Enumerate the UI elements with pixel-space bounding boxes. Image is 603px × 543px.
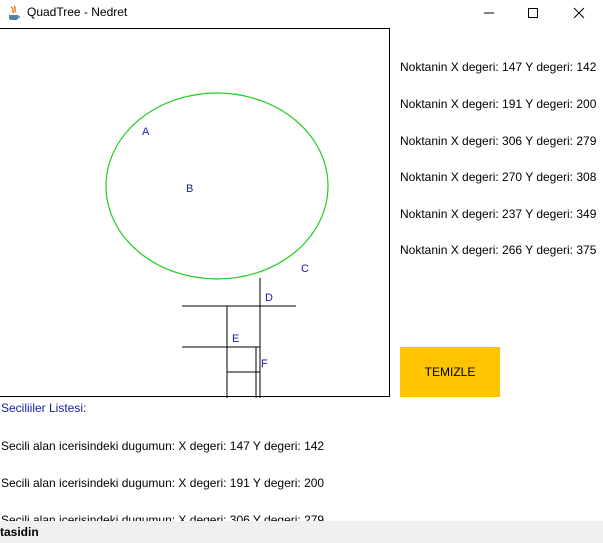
point-label-b: B (186, 183, 193, 195)
title-bar: QuadTree - Nedret (0, 0, 603, 26)
selection-list: Secili alan icerisindeki dugumun: X dege… (1, 416, 324, 538)
list-item: Noktanin X degeri: 237 Y degeri: 349 (400, 206, 597, 221)
quadtree-drawing: A B C D E F (105, 92, 329, 398)
points-list: Noktanin X degeri: 147 Y degeri: 142 Nok… (400, 37, 596, 269)
list-item: Noktanin X degeri: 191 Y degeri: 200 (400, 97, 597, 112)
maximize-icon (528, 8, 538, 18)
point-label-d: D (265, 292, 273, 304)
taskbar-text: tasidin (0, 525, 39, 539)
taskbar-strip (0, 521, 603, 543)
java-icon (9, 5, 20, 20)
close-button[interactable] (556, 0, 602, 26)
list-item: Secili alan icerisindeki dugumun: X dege… (1, 439, 325, 454)
point-label-e: E (232, 333, 239, 345)
list-item: Secili alan icerisindeki dugumun: X dege… (1, 476, 325, 491)
point-label-f: F (261, 358, 268, 370)
list-item: Noktanin X degeri: 147 Y degeri: 142 (400, 60, 597, 75)
list-item: Noktanin X degeri: 266 Y degeri: 375 (400, 243, 597, 258)
clear-button[interactable]: TEMIZLE (400, 347, 500, 397)
window-title: QuadTree - Nedret (27, 5, 128, 19)
maximize-button[interactable] (510, 0, 556, 26)
minimize-icon (484, 12, 494, 14)
selection-list-title: Seciliiler Listesi: (1, 401, 87, 415)
selection-circle (105, 92, 329, 280)
close-icon (573, 7, 585, 19)
point-label-a: A (142, 126, 150, 138)
list-item: Noktanin X degeri: 270 Y degeri: 308 (400, 170, 597, 185)
minimize-button[interactable] (466, 0, 512, 26)
quadtree-canvas[interactable]: A B C D E F (0, 28, 390, 398)
point-label-c: C (301, 263, 309, 275)
list-item: Noktanin X degeri: 306 Y degeri: 279 (400, 133, 597, 148)
